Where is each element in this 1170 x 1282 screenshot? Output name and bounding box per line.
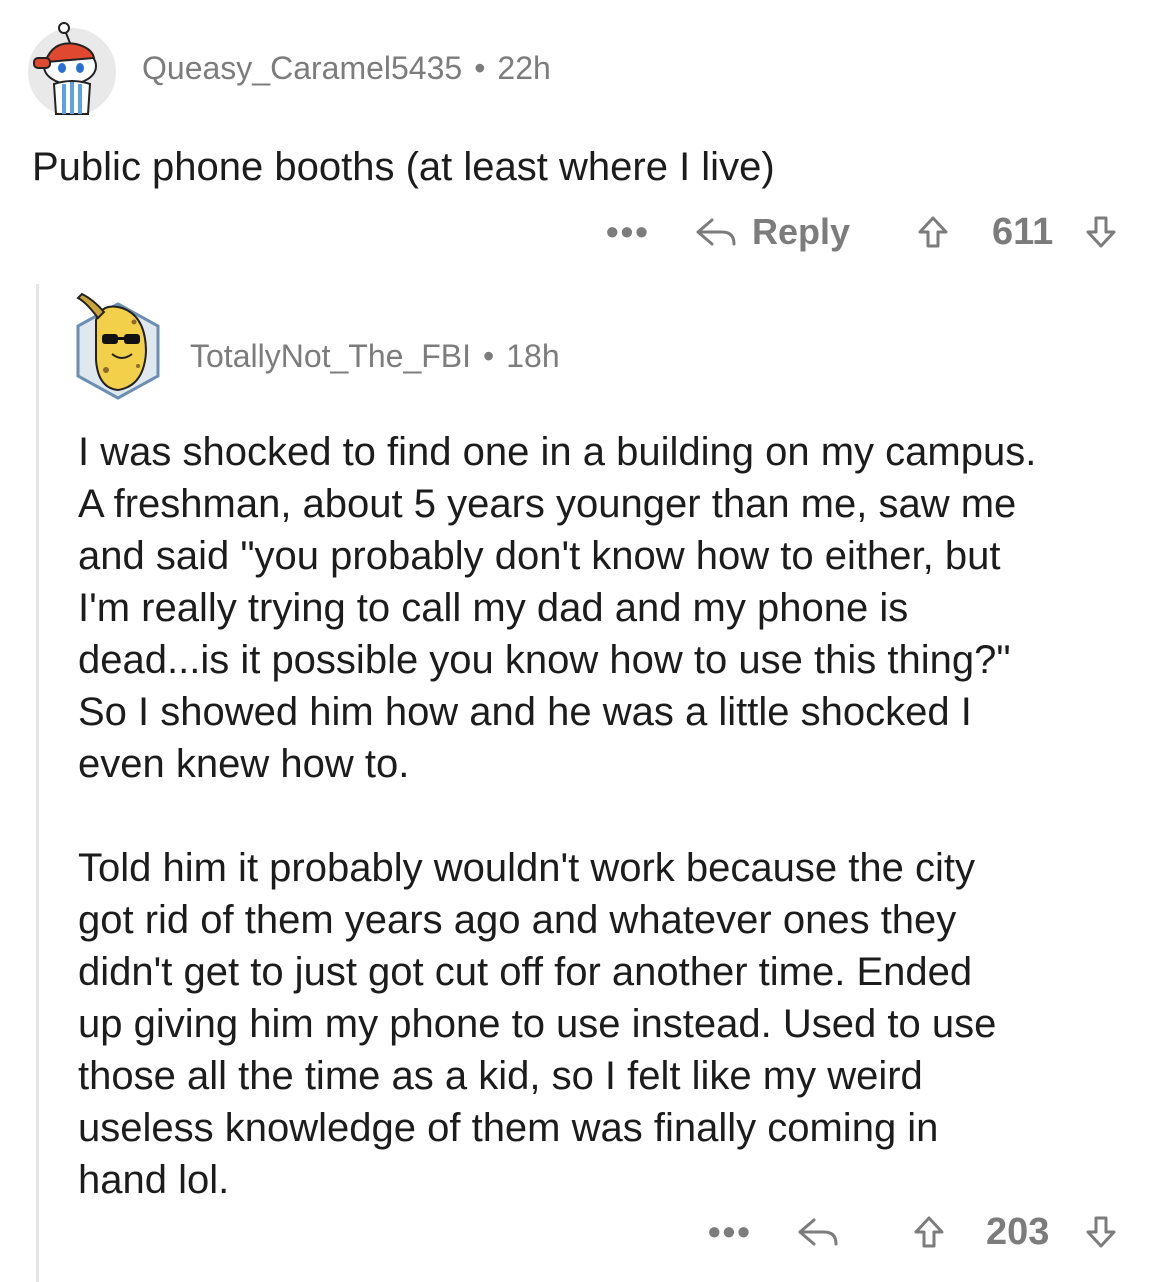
- vote-score: 611: [992, 210, 1054, 253]
- downvote-button[interactable]: [1084, 208, 1118, 256]
- upvote-button[interactable]: [912, 1208, 946, 1256]
- comment-actions: ••• 203: [0, 1208, 1170, 1256]
- vote-score: 203: [986, 1210, 1050, 1253]
- comment-actions: ••• Reply 611: [0, 208, 1170, 256]
- reply-button[interactable]: Reply: [694, 208, 850, 256]
- reply-arrow-icon: [694, 214, 740, 250]
- username[interactable]: TotallyNot_The_FBI: [190, 338, 471, 374]
- meta-separator: •: [483, 338, 495, 374]
- downvote-arrow-icon: [1084, 1214, 1118, 1250]
- comment-body: Public phone booths (at least where I li…: [32, 145, 775, 189]
- comment-age: 22h: [497, 50, 551, 86]
- comment-age: 18h: [506, 338, 560, 374]
- comment-meta: Queasy_Caramel5435 • 22h: [142, 50, 551, 87]
- comment-meta: TotallyNot_The_FBI • 18h: [190, 338, 560, 375]
- reply-label: Reply: [752, 211, 851, 252]
- upvote-arrow-icon: [916, 214, 950, 250]
- meta-separator: •: [474, 50, 486, 86]
- more-options-button[interactable]: •••: [708, 1208, 752, 1256]
- downvote-arrow-icon: [1084, 214, 1118, 250]
- avatar[interactable]: [72, 290, 164, 402]
- avatar[interactable]: [24, 22, 120, 118]
- reply-button[interactable]: [796, 1208, 842, 1256]
- thread-line[interactable]: [36, 284, 39, 1282]
- upvote-arrow-icon: [912, 1214, 946, 1250]
- comment-paragraph: Told him it probably wouldn't work becau…: [78, 846, 997, 1202]
- comment-body: I was shocked to find one in a building …: [78, 426, 1158, 1206]
- reply-arrow-icon: [796, 1214, 842, 1250]
- username[interactable]: Queasy_Caramel5435: [142, 50, 462, 86]
- more-options-button[interactable]: •••: [606, 208, 650, 256]
- upvote-button[interactable]: [916, 208, 950, 256]
- downvote-button[interactable]: [1084, 1208, 1118, 1256]
- banana-avatar-icon: [76, 292, 160, 400]
- comment-paragraph: I was shocked to find one in a building …: [78, 430, 1037, 786]
- snoo-avatar-icon: [28, 22, 116, 116]
